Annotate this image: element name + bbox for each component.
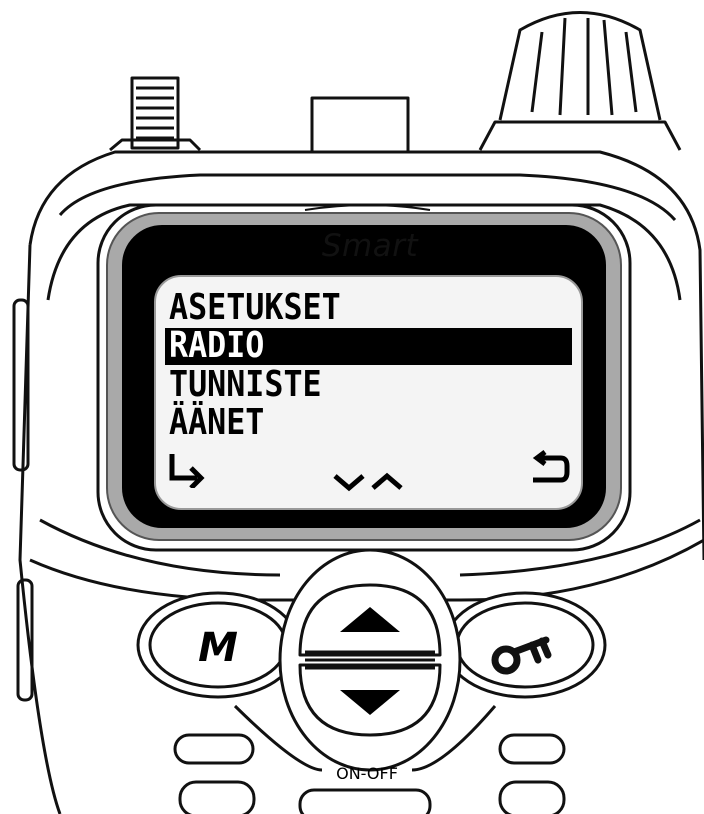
on-off-label: ON-OFF: [336, 764, 398, 783]
menu-item-aanet[interactable]: ÄÄNET: [169, 403, 264, 443]
antenna: [109, 76, 202, 152]
center-connector: [310, 96, 410, 152]
lcd-screen: ASETUKSET RADIO TUNNISTE ÄÄNET: [155, 276, 582, 509]
keypad-key-left: [173, 733, 255, 765]
enter-arrow-icon[interactable]: [167, 452, 207, 488]
menu-item-radio[interactable]: RADIO: [169, 326, 264, 366]
keypad-key-right: [498, 733, 566, 765]
menu-key-label[interactable]: M: [178, 618, 258, 678]
menu-item-tunniste[interactable]: TUNNISTE: [169, 365, 322, 405]
down-up-arrows-icon[interactable]: [333, 472, 413, 492]
menu-item-asetukset[interactable]: ASETUKSET: [169, 288, 341, 328]
volume-knob[interactable]: [478, 11, 682, 151]
brand-logo: Smart: [321, 228, 419, 264]
back-arrow-icon[interactable]: [531, 448, 571, 488]
radio-device: Smart ASETUKSET RADIO TUNNISTE ÄÄNET M O…: [0, 0, 704, 814]
